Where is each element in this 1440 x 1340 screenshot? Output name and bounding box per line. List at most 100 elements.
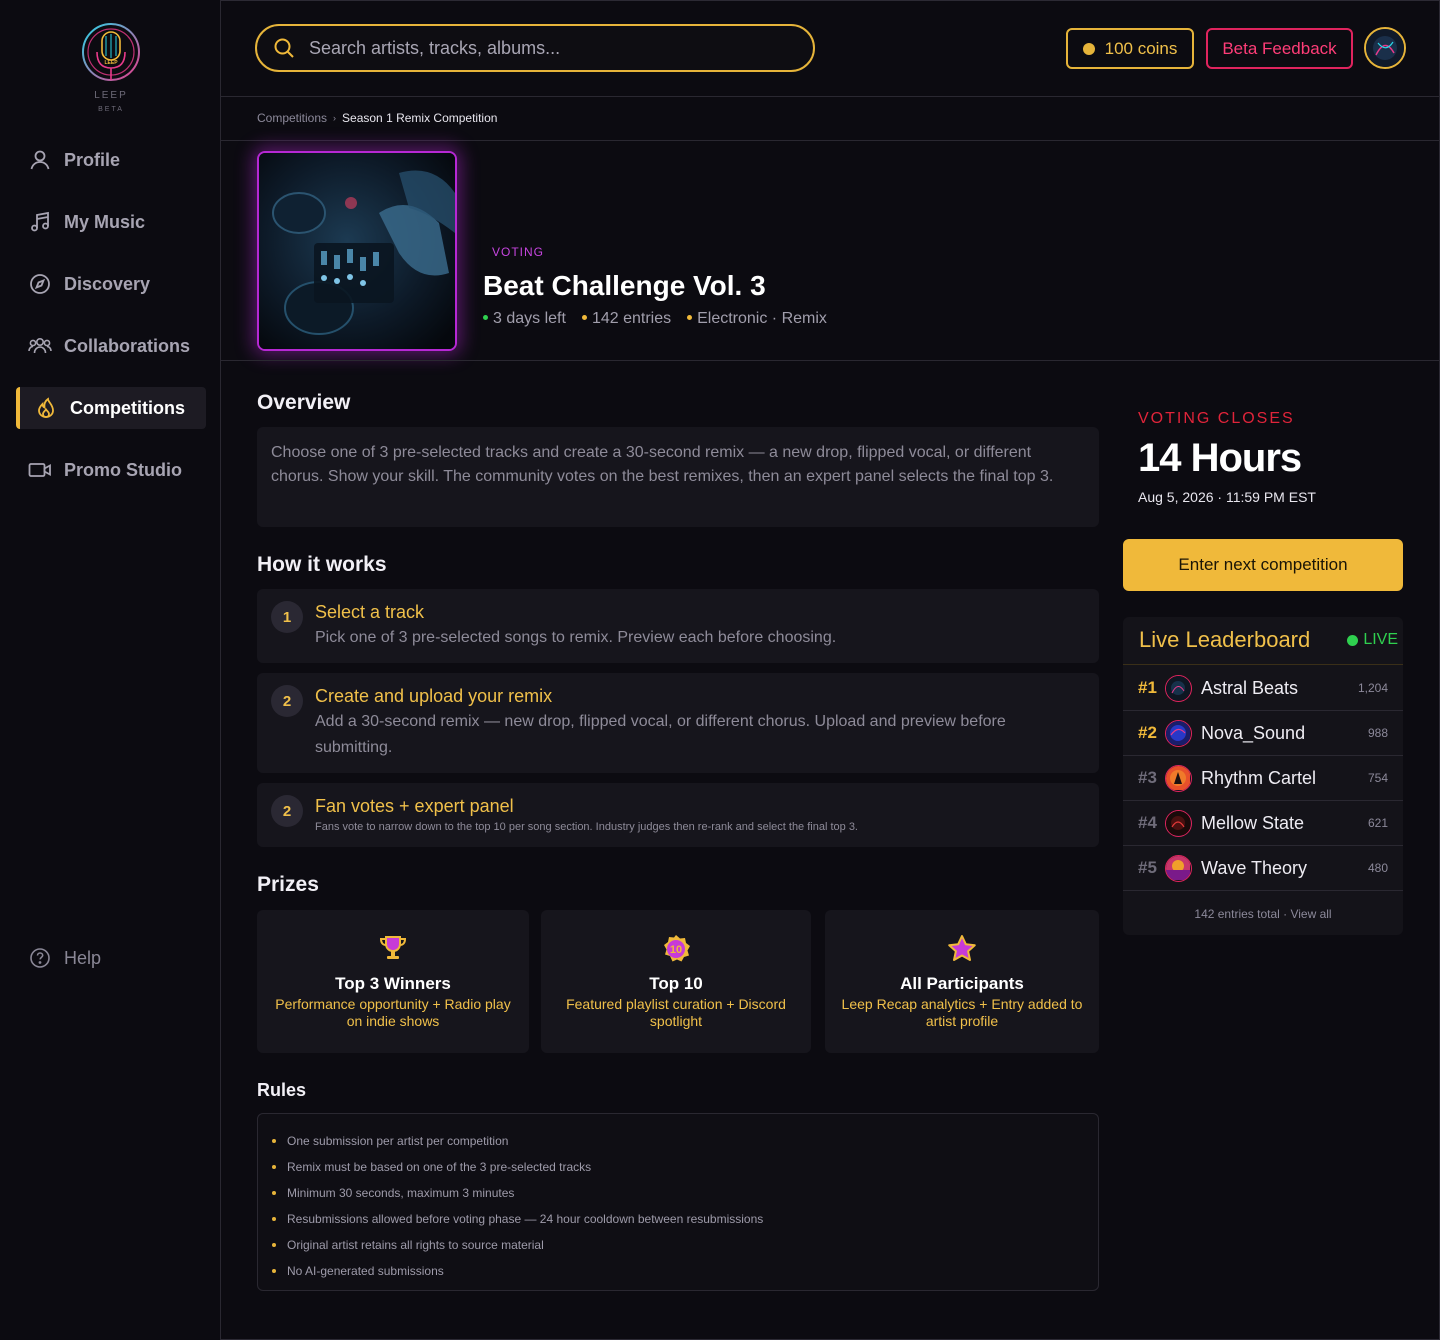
leaderboard-footer-view-all[interactable]: 142 entries total · View all xyxy=(1123,907,1403,921)
artist-name: Wave Theory xyxy=(1201,858,1308,878)
artist-avatar xyxy=(1165,675,1192,702)
live-leaderboard: Live Leaderboard LIVE #1 Astral Beats 1,… xyxy=(1123,617,1403,935)
sidebar-item-competitions[interactable]: Competitions xyxy=(16,387,206,429)
search-input[interactable] xyxy=(309,37,779,59)
step-card: 1 Select a track Pick one of 3 pre-selec… xyxy=(257,589,1099,663)
artist-avatar xyxy=(1165,720,1192,747)
genre: Electronic · Remix xyxy=(697,310,827,327)
search-icon xyxy=(273,37,295,59)
divider xyxy=(221,140,1440,141)
vote-count: 1,204 xyxy=(1357,681,1388,695)
time-left: 3 days left xyxy=(493,310,566,327)
leaderboard-row[interactable]: #1 Astral Beats 1,204 xyxy=(1123,666,1403,711)
flame-icon xyxy=(34,396,58,420)
rule-item: Minimum 30 seconds, maximum 3 minutes xyxy=(272,1180,1084,1206)
rule-item: Original artist retains all rights to so… xyxy=(272,1232,1084,1258)
user-icon xyxy=(28,148,52,172)
compass-icon xyxy=(28,272,52,296)
artist-avatar xyxy=(1165,810,1192,837)
sidebar-item-collaborations[interactable]: Collaborations xyxy=(16,325,206,367)
rule-item: One submission per artist per competitio… xyxy=(272,1128,1084,1154)
leaderboard-row[interactable]: #4 Mellow State 621 xyxy=(1123,801,1403,846)
enter-next-competition-button[interactable]: Enter next competition xyxy=(1123,539,1403,591)
sidebar-item-label: My Music xyxy=(64,211,146,232)
step-title: Select a track xyxy=(315,602,425,622)
sidebar-item-label: Profile xyxy=(64,149,121,170)
app-logo[interactable]: LEEP LEEP BETA xyxy=(80,22,142,114)
video-camera-icon xyxy=(28,458,52,482)
prize-description: Performance opportunity + Radio play on … xyxy=(275,996,511,1029)
voting-closes-label: VOTING CLOSES xyxy=(1138,410,1295,427)
breadcrumb-competitions-link[interactable]: Competitions xyxy=(257,111,327,125)
vote-count: 754 xyxy=(1367,771,1388,785)
sidebar-item-label: Promo Studio xyxy=(64,459,182,480)
prize-description: Featured playlist curation + Discord spo… xyxy=(566,996,786,1029)
competition-cover-image xyxy=(257,151,457,351)
leaderboard-rank: #3 xyxy=(1138,768,1157,787)
leaderboard-rank: #1 xyxy=(1138,678,1157,697)
beta-feedback-button[interactable]: Beta Feedback xyxy=(1206,28,1353,69)
leaderboard-rank: #2 xyxy=(1138,723,1157,742)
entries-count: 142 entries xyxy=(591,310,672,327)
leaderboard-row[interactable]: #3 Rhythm Cartel 754 xyxy=(1123,756,1403,801)
music-note-icon xyxy=(28,210,52,234)
sidebar-item-discovery[interactable]: Discovery xyxy=(16,263,206,305)
coins-button[interactable]: 100 coins xyxy=(1066,28,1194,69)
leaderboard-title: Live Leaderboard xyxy=(1139,627,1311,652)
svg-text:LEEP: LEEP xyxy=(104,60,118,66)
sidebar: LEEP LEEP BETA Profile My Music Discover… xyxy=(0,0,221,1340)
overview-heading: Overview xyxy=(257,391,351,414)
step-description: Fans vote to narrow down to the top 10 p… xyxy=(315,821,858,833)
artist-name: Astral Beats xyxy=(1201,678,1299,698)
logo-brand-text: LEEP xyxy=(94,90,128,101)
prize-card-top-10: 10 Top 10 Featured playlist curation + D… xyxy=(541,910,811,1053)
sidebar-item-help[interactable]: Help xyxy=(16,937,206,979)
search-bar[interactable] xyxy=(255,24,815,72)
coins-label: 100 coins xyxy=(1104,38,1178,58)
voting-close-date: Aug 5, 2026 · 11:59 PM EST xyxy=(1138,489,1316,505)
trophy-icon xyxy=(257,934,529,962)
vote-count: 480 xyxy=(1367,861,1388,875)
sidebar-item-promo-studio[interactable]: Promo Studio xyxy=(16,449,206,491)
sidebar-item-profile[interactable]: Profile xyxy=(16,139,206,181)
sidebar-item-label: Collaborations xyxy=(64,335,191,356)
competition-title: Beat Challenge Vol. 3 xyxy=(483,270,766,301)
step-card: 2 Create and upload your remix Add a 30-… xyxy=(257,673,1099,773)
user-avatar[interactable] xyxy=(1364,27,1406,69)
artist-name: Rhythm Cartel xyxy=(1201,768,1317,788)
users-icon xyxy=(28,334,52,358)
competition-status: VOTING xyxy=(492,245,545,259)
prizes-heading: Prizes xyxy=(257,873,319,896)
vote-count: 621 xyxy=(1367,816,1388,830)
time-left-dot-icon xyxy=(483,315,488,320)
voting-countdown: 14 Hours xyxy=(1138,436,1302,480)
rule-item: No AI-generated submissions xyxy=(272,1258,1084,1284)
rules-list: One submission per artist per competitio… xyxy=(257,1113,1099,1291)
step-card: 2 Fan votes + expert panel Fans vote to … xyxy=(257,783,1099,847)
artist-name: Nova_Sound xyxy=(1201,723,1306,743)
entries-dot-icon xyxy=(581,315,587,320)
sidebar-item-label: Discovery xyxy=(64,273,151,294)
overview-text: Choose one of 3 pre-selected tracks and … xyxy=(257,427,1099,527)
breadcrumb: Competitions › Season 1 Remix Competitio… xyxy=(257,111,497,125)
step-description: Add a 30-second remix — new drop, flippe… xyxy=(315,713,1006,756)
sidebar-item-label: Competitions xyxy=(70,397,185,418)
sidebar-item-my-music[interactable]: My Music xyxy=(16,201,206,243)
leaderboard-rank: #5 xyxy=(1138,858,1157,877)
step-description: Pick one of 3 pre-selected songs to remi… xyxy=(315,629,837,646)
prize-title: All Participants xyxy=(900,974,1024,993)
sidebar-item-label: Help xyxy=(64,947,102,968)
live-label: LIVE xyxy=(1363,631,1398,648)
leaderboard-row[interactable]: #5 Wave Theory 480 xyxy=(1123,846,1403,891)
competition-meta: 3 days left 142 entries Electronic · Rem… xyxy=(483,310,827,328)
prize-badge-number: 10 xyxy=(670,944,682,956)
breadcrumb-separator-icon: › xyxy=(333,113,337,123)
prize-card-all-participants: All Participants Leep Recap analytics + … xyxy=(825,910,1099,1053)
top-bar: 100 coins Beta Feedback xyxy=(221,0,1440,97)
prize-title: Top 10 xyxy=(649,974,703,993)
artist-avatar xyxy=(1165,765,1192,792)
leaderboard-row[interactable]: #2 Nova_Sound 988 xyxy=(1123,711,1403,756)
rule-item: Resubmissions allowed before voting phas… xyxy=(272,1206,1084,1232)
how-it-works-heading: How it works xyxy=(257,553,387,576)
star-icon xyxy=(825,934,1099,964)
